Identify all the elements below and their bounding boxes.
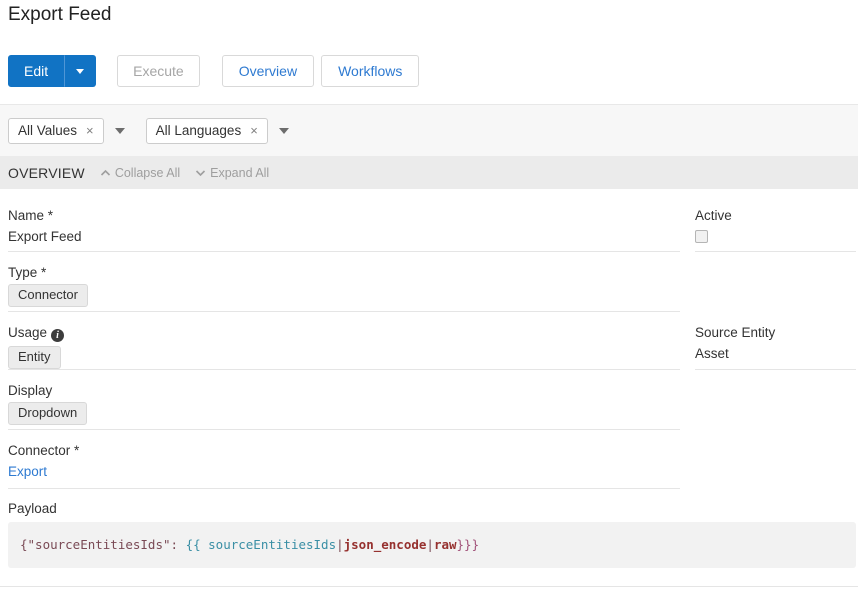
usage-label: Usagei — [8, 325, 680, 342]
name-value: Export Feed — [8, 229, 680, 244]
caret-down-icon — [76, 69, 84, 74]
toolbar: Edit Execute Overview Workflows — [8, 55, 858, 87]
filter-languages-group: All Languages × — [146, 118, 289, 144]
form-spacer — [695, 252, 856, 312]
filter-all-values-chip[interactable]: All Values × — [8, 118, 104, 144]
field-type: Type * Connector — [8, 252, 680, 312]
edit-split-button: Edit — [8, 55, 96, 87]
usage-label-text: Usage — [8, 325, 47, 340]
remove-filter-icon[interactable]: × — [86, 124, 94, 137]
expand-all-button[interactable]: Expand All — [195, 166, 269, 180]
display-value-tag: Dropdown — [8, 402, 87, 425]
page: Export Feed Edit Execute Overview Workfl… — [0, 0, 858, 587]
section-title: OVERVIEW — [8, 165, 85, 181]
payload-code-editor[interactable]: {"sourceEntitiesIds": {{ sourceEntitiesI… — [8, 522, 856, 568]
field-display: Display Dropdown — [8, 370, 680, 430]
field-active: Active — [695, 195, 856, 252]
overview-form: Name * Export Feed Type * Connector Usag… — [0, 189, 858, 489]
chevron-up-icon — [100, 169, 111, 177]
field-source-entity: Source Entity Asset — [695, 312, 856, 370]
edit-button[interactable]: Edit — [8, 55, 64, 87]
overview-section-bar: OVERVIEW Collapse All Expand All — [0, 156, 858, 189]
bottom-divider — [0, 586, 858, 587]
chevron-down-icon — [195, 169, 206, 177]
remove-filter-icon[interactable]: × — [250, 124, 258, 137]
type-label: Type * — [8, 265, 680, 280]
filter-chip-label: All Languages — [156, 123, 242, 138]
name-label: Name * — [8, 208, 680, 223]
workflows-button[interactable]: Workflows — [321, 55, 419, 87]
filter-bar: All Values × All Languages × — [0, 104, 858, 156]
filter-values-group: All Values × — [8, 118, 125, 144]
field-usage: Usagei Entity — [8, 312, 680, 370]
connector-label: Connector * — [8, 443, 680, 458]
type-value-tag: Connector — [8, 284, 88, 307]
active-checkbox[interactable] — [695, 230, 708, 243]
connector-value-link[interactable]: Export — [8, 464, 47, 479]
overview-button[interactable]: Overview — [222, 55, 314, 87]
collapse-all-label: Collapse All — [115, 166, 180, 180]
field-connector: Connector * Export — [8, 430, 680, 489]
source-entity-value: Asset — [695, 346, 856, 361]
display-label: Display — [8, 383, 680, 398]
filter-languages-dropdown-caret[interactable] — [279, 128, 289, 134]
form-left-column: Name * Export Feed Type * Connector Usag… — [8, 195, 680, 489]
filter-chip-label: All Values — [18, 123, 77, 138]
expand-all-label: Expand All — [210, 166, 269, 180]
field-payload: Payload {"sourceEntitiesIds": {{ sourceE… — [0, 489, 858, 568]
info-icon[interactable]: i — [51, 329, 64, 342]
filter-all-languages-chip[interactable]: All Languages × — [146, 118, 268, 144]
active-label: Active — [695, 208, 856, 223]
page-title: Export Feed — [0, 0, 858, 27]
form-right-column: Active Source Entity Asset — [695, 195, 856, 489]
collapse-all-button[interactable]: Collapse All — [100, 166, 180, 180]
execute-button[interactable]: Execute — [117, 55, 200, 87]
filter-values-dropdown-caret[interactable] — [115, 128, 125, 134]
field-name: Name * Export Feed — [8, 195, 680, 252]
edit-dropdown-toggle[interactable] — [64, 55, 96, 87]
usage-value-tag: Entity — [8, 346, 61, 369]
payload-label: Payload — [8, 501, 858, 516]
source-entity-label: Source Entity — [695, 325, 856, 340]
